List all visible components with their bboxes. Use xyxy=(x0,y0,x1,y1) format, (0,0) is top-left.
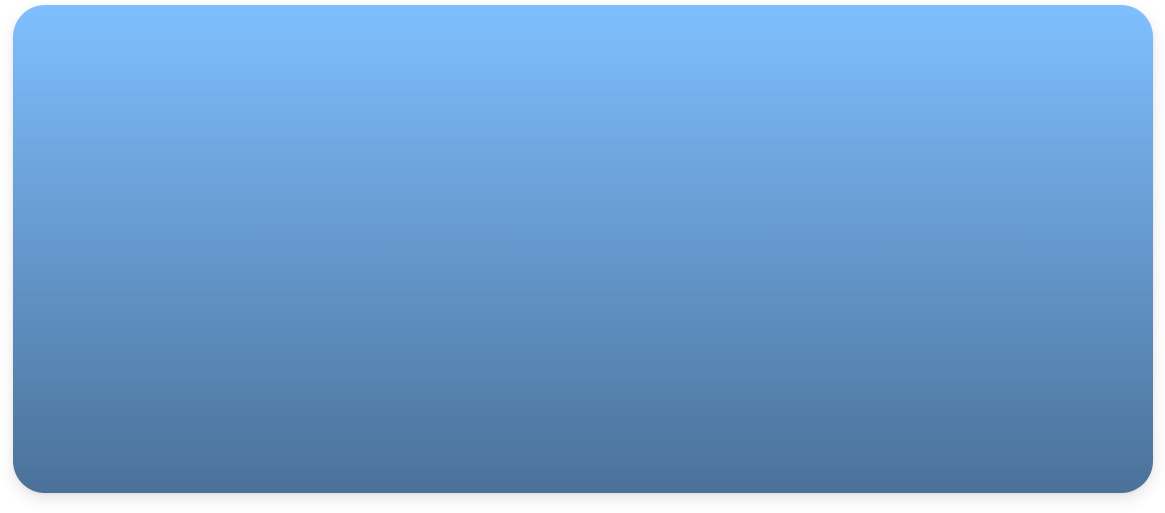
page-background xyxy=(0,0,1165,513)
gradient-panel xyxy=(13,5,1153,493)
